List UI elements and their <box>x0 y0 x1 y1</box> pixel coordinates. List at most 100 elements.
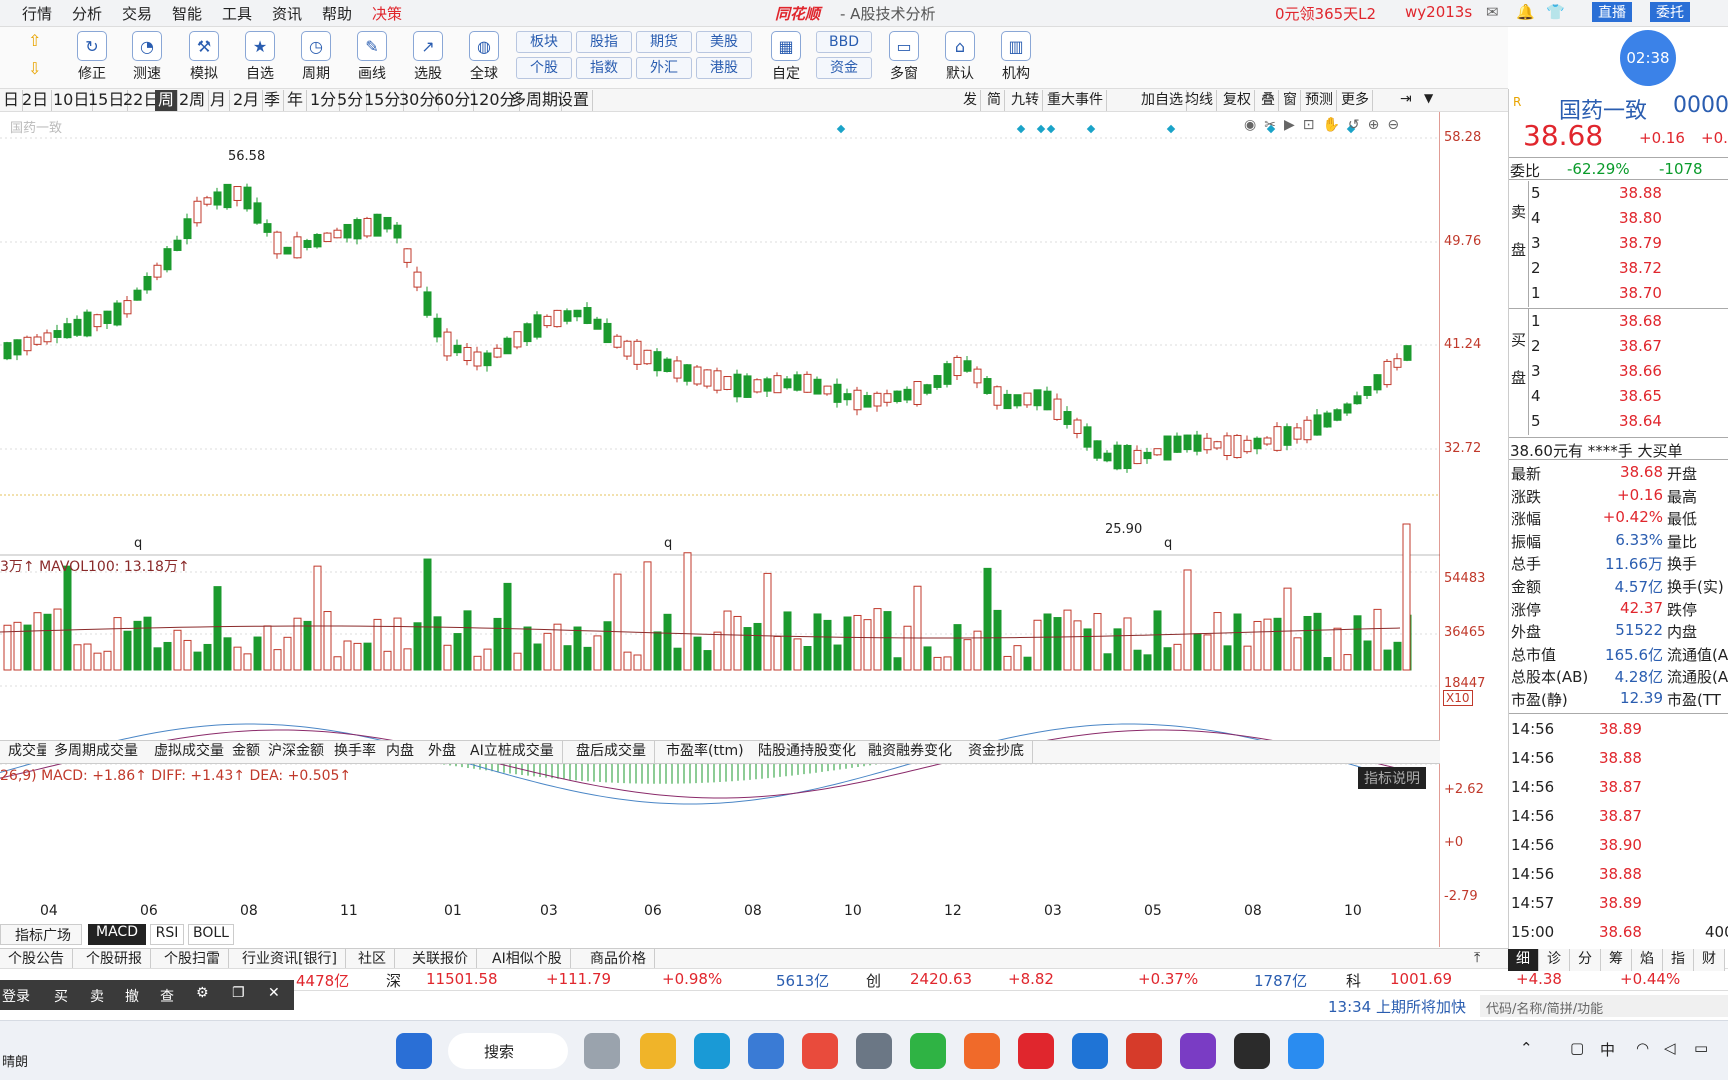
sz-index[interactable]: 11501.58 <box>426 970 498 988</box>
weather-widget[interactable]: 晴朗 <box>2 1051 28 1070</box>
menu-juece[interactable]: 决策 <box>372 3 402 24</box>
tab-rsi[interactable]: RSI <box>150 924 184 945</box>
indicator-tab[interactable]: 虚拟成交量 <box>146 741 233 763</box>
code-search-input[interactable]: 代码/名称/简拼/功能 <box>1480 995 1728 1017</box>
indicator-tab[interactable]: 陆股通持股变化 <box>750 741 865 763</box>
global-button[interactable]: ◍ 全球 <box>462 31 506 83</box>
feishu-icon[interactable] <box>1072 1033 1108 1069</box>
skin-icon[interactable]: 👕 <box>1546 3 1565 21</box>
period-tab[interactable]: 月 <box>207 90 231 111</box>
sell-level-row[interactable]: 4 38.80 <box>1529 206 1728 231</box>
arrow-down-icon[interactable]: ⇩ <box>28 59 41 78</box>
expand-icon[interactable]: ⇥ <box>1400 91 1412 107</box>
app-icon[interactable] <box>1288 1033 1324 1069</box>
kline-chart[interactable] <box>0 112 1440 947</box>
close-icon[interactable]: ✕ <box>268 985 280 1001</box>
media-icon[interactable] <box>964 1033 1000 1069</box>
menu-jiaoyi[interactable]: 交易 <box>122 3 152 24</box>
sell-level-row[interactable]: 2 38.72 <box>1529 256 1728 281</box>
forex-button[interactable]: 外汇 <box>636 57 692 79</box>
bbd-button[interactable]: BBD <box>816 31 872 53</box>
futures-button[interactable]: 期货 <box>636 31 692 53</box>
menu-gongju[interactable]: 工具 <box>222 3 252 24</box>
chrome-icon[interactable] <box>802 1033 838 1069</box>
menu-fenxi[interactable]: 分析 <box>72 3 102 24</box>
ticker-message[interactable]: 13:34 上期所将加快 <box>1328 996 1466 1017</box>
custom-button[interactable]: ▦ 自定 <box>764 31 808 83</box>
start-icon[interactable] <box>396 1033 432 1069</box>
menu-bangzhu[interactable]: 帮助 <box>322 3 352 24</box>
chart-tool-button[interactable]: 九转 <box>1008 90 1043 111</box>
index-futures-button[interactable]: 股指 <box>576 31 632 53</box>
quote-tab[interactable]: 分 <box>1570 949 1601 971</box>
visual-studio-icon[interactable] <box>1180 1033 1216 1069</box>
chevron-up-icon[interactable]: ⌃ <box>1520 1039 1533 1057</box>
pycharm-icon[interactable] <box>1234 1033 1270 1069</box>
chart-tool-button[interactable]: 重大事件 <box>1044 90 1107 111</box>
tray-icon[interactable]: ▢ <box>1570 1039 1584 1057</box>
cy-index[interactable]: 2420.63 <box>910 970 972 988</box>
clock-badge[interactable]: 02:38 <box>1620 30 1676 86</box>
volume-icon[interactable]: ◁ <box>1664 1039 1676 1057</box>
wechat-icon[interactable] <box>910 1033 946 1069</box>
promo-link[interactable]: 0元领365天L2 <box>1275 3 1376 24</box>
tab-macd[interactable]: MACD <box>88 924 146 945</box>
stock-picker-button[interactable]: ↗ 选股 <box>406 31 450 83</box>
buy-level-row[interactable]: 5 38.64 <box>1529 409 1728 434</box>
query-button[interactable]: 查 <box>160 986 174 1006</box>
entrust-button[interactable]: 委托 <box>1650 2 1690 22</box>
indicator-tab[interactable]: 外盘 <box>420 741 465 763</box>
period-tab[interactable]: 2周 <box>176 90 210 111</box>
institution-button[interactable]: ▥ 机构 <box>994 31 1038 83</box>
indicator-help-button[interactable]: 指标说明 <box>1358 767 1426 789</box>
tool-icon[interactable] <box>856 1033 892 1069</box>
buy-button[interactable]: 买 <box>54 986 68 1006</box>
indicator-tab[interactable]: 多周期成交量 <box>46 741 147 763</box>
buy-level-row[interactable]: 2 38.67 <box>1529 334 1728 359</box>
restore-icon[interactable]: ❐ <box>232 985 245 1001</box>
tonghuashun-icon[interactable] <box>1018 1033 1054 1069</box>
chart-tool-button[interactable]: 发 <box>960 90 981 111</box>
fix-button[interactable]: ↻ 修正 <box>70 31 114 83</box>
tab-indicator-square[interactable]: 指标广场 <box>0 924 82 945</box>
task-view-icon[interactable] <box>584 1033 620 1069</box>
login-button[interactable]: 登录 <box>2 986 30 1006</box>
single-stock-button[interactable]: 个股 <box>516 57 572 79</box>
quote-tab[interactable]: 诊 <box>1539 949 1570 971</box>
edge-icon[interactable] <box>694 1033 730 1069</box>
menu-hangqing[interactable]: 行情 <box>22 3 52 24</box>
file-explorer-icon[interactable] <box>640 1033 676 1069</box>
chart-tool-button[interactable]: 简 <box>984 90 1005 111</box>
indicator-tab[interactable]: 融资融券变化 <box>860 741 961 763</box>
indicator-tab[interactable]: 换手率 <box>326 741 385 763</box>
multi-window-button[interactable]: ▭ 多窗 <box>882 31 926 83</box>
us-stock-button[interactable]: 美股 <box>696 31 752 53</box>
taskbar-search[interactable]: 搜索 <box>448 1033 568 1069</box>
default-button[interactable]: ⌂ 默认 <box>938 31 982 83</box>
indicator-tab[interactable]: 内盘 <box>378 741 423 763</box>
wifi-icon[interactable]: ◠ <box>1636 1039 1649 1057</box>
chart-tool-button[interactable]: 窗 <box>1280 90 1301 111</box>
menu-zhineng[interactable]: 智能 <box>172 3 202 24</box>
hk-stock-button[interactable]: 港股 <box>696 57 752 79</box>
battery-icon[interactable]: ▭ <box>1694 1039 1708 1057</box>
indicator-tab[interactable]: 沪深金额 <box>260 741 333 763</box>
chevron-down-icon[interactable]: ▼ <box>1424 91 1433 105</box>
indicator-tab[interactable]: 市盈率(ttm) <box>658 741 753 763</box>
store-icon[interactable] <box>748 1033 784 1069</box>
period-tab[interactable]: 周 <box>155 90 179 111</box>
sector-button[interactable]: 板块 <box>516 31 572 53</box>
draw-button[interactable]: ✎ 画线 <box>350 31 394 83</box>
big-order-notice[interactable]: 38.60元有 ****手 大买单 <box>1510 440 1682 461</box>
quote-tab[interactable]: 筹 <box>1601 949 1632 971</box>
buy-level-row[interactable]: 4 38.65 <box>1529 384 1728 409</box>
index-button[interactable]: 指数 <box>576 57 632 79</box>
chart-tool-icons[interactable]: ◉✂▶⊡✋↺⊕⊖ <box>1244 117 1407 133</box>
period-button[interactable]: ◷ 周期 <box>294 31 338 83</box>
buy-level-row[interactable]: 1 38.68 <box>1529 309 1728 334</box>
chart-tool-button[interactable]: 复权 <box>1220 90 1255 111</box>
quote-tab[interactable]: 焰 <box>1632 949 1663 971</box>
buy-level-row[interactable]: 3 38.66 <box>1529 359 1728 384</box>
kc-index[interactable]: 1001.69 <box>1390 970 1452 988</box>
period-tab[interactable]: 季 <box>261 90 285 111</box>
